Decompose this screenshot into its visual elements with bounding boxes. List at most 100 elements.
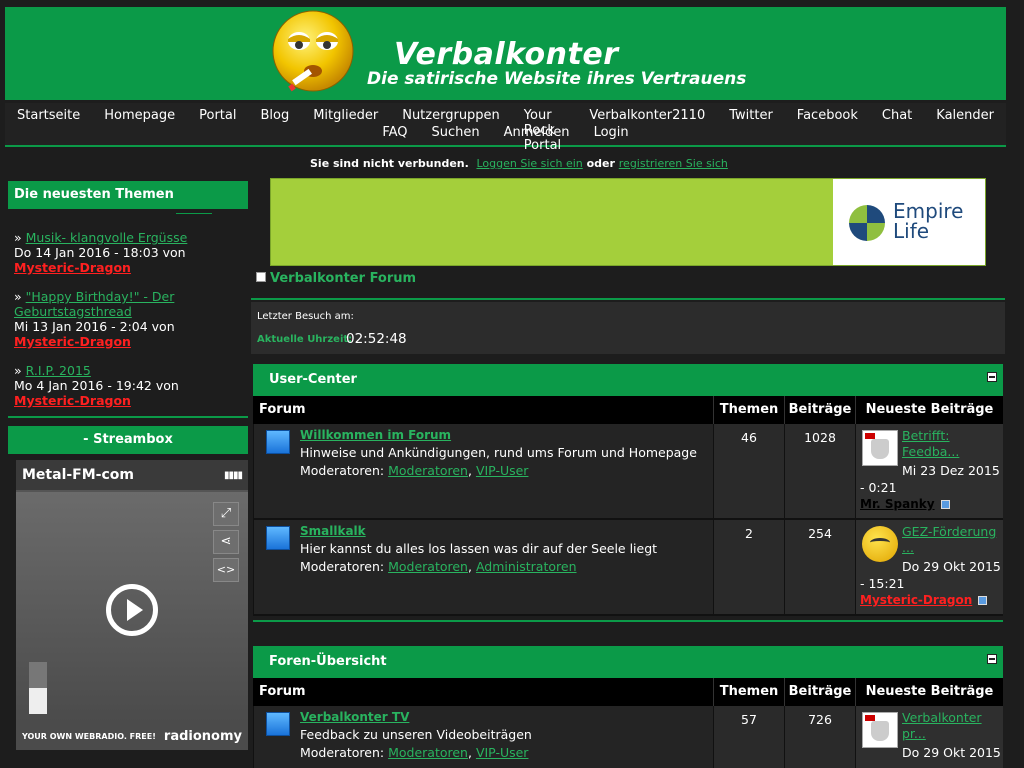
col-themen: Themen: [713, 396, 784, 424]
collapse-icon[interactable]: [987, 654, 997, 664]
topic-link[interactable]: "Happy Birthday!" - Der Geburtstagsthrea…: [14, 289, 174, 319]
forum-moderators: Moderatoren: Moderatoren, VIP-User: [300, 745, 529, 760]
forum-status-icon: [266, 712, 290, 736]
nav-login[interactable]: Login: [594, 125, 629, 140]
go-to-post-icon[interactable]: [940, 500, 950, 509]
ad-logo[interactable]: Empire Life: [833, 179, 985, 265]
category-user-center: User-Center Forum Themen Beiträge Neuest…: [253, 364, 1003, 616]
latest-post-link[interactable]: GEZ-Förderung ...: [902, 524, 998, 556]
play-button-icon[interactable]: [106, 584, 158, 636]
expand-icon[interactable]: ⤢: [213, 502, 239, 526]
empire-life-logo-icon: [849, 205, 885, 241]
topic-link[interactable]: R.I.P. 2015: [26, 363, 91, 378]
player-slogan: YOUR OWN WEBRADIO. FREE!: [22, 731, 156, 741]
latest-post-user[interactable]: Mysteric-Dragon: [860, 593, 972, 607]
column-headers: Forum Themen Beiträge Neueste Beiträge: [253, 678, 1003, 706]
forum-moderators: Moderatoren: Moderatoren, Administratore…: [300, 559, 577, 574]
column-headers: Forum Themen Beiträge Neueste Beiträge: [253, 396, 1003, 424]
go-to-post-icon[interactable]: [978, 596, 988, 605]
forum-latest-post: Verbalkonter pr... Do 29 Okt 2015: [855, 706, 1003, 768]
col-forum: Forum: [259, 402, 306, 417]
topic-user-link[interactable]: Mysteric-Dragon: [14, 334, 131, 349]
nav-suchen[interactable]: Suchen: [432, 125, 480, 140]
moderator-link[interactable]: Administratoren: [476, 559, 577, 574]
topic-user-link[interactable]: Mysteric-Dragon: [14, 260, 131, 275]
collapse-icon[interactable]: [987, 372, 997, 382]
col-themen: Themen: [713, 678, 784, 706]
col-beitraege: Beiträge: [784, 396, 855, 424]
forum-description: Hier kannst du alles los lassen was dir …: [300, 541, 658, 556]
volume-level: [29, 688, 47, 714]
latest-post-user-row: Mr. Spanky: [860, 497, 950, 511]
left-sidebar: Die neuesten Themen » Musik- klangvolle …: [8, 181, 248, 750]
volume-slider[interactable]: [29, 662, 47, 714]
user-avatar[interactable]: [862, 712, 898, 748]
col-newest: Neueste Beiträge: [855, 396, 1003, 424]
forum-themen-count: 46: [713, 424, 784, 518]
player-footer: YOUR OWN WEBRADIO. FREE! radionomy: [16, 722, 248, 750]
nav-faq[interactable]: FAQ: [382, 125, 407, 140]
register-link[interactable]: registrieren Sie sich: [619, 157, 728, 170]
col-newest: Neueste Beiträge: [855, 678, 1003, 706]
forum-info: Smallkalk Hier kannst du alles los lasse…: [253, 520, 713, 614]
heading-underline: [176, 213, 212, 214]
latest-post-link[interactable]: Verbalkonter pr...: [902, 710, 998, 742]
breadcrumb: Verbalkonter Forum: [256, 271, 416, 286]
category-title: Foren-Übersicht: [269, 654, 387, 669]
topic-date: Do 14 Jan 2016 - 18:03 von: [14, 245, 186, 260]
latest-post-date: Mi 23 Dez 2015: [902, 463, 1000, 478]
share-icon[interactable]: ⋖: [213, 530, 239, 554]
visit-info: Letzter Besuch am: Aktuelle Uhrzeit: 02:…: [251, 302, 1005, 354]
moderator-link[interactable]: Moderatoren: [388, 463, 468, 478]
forum-title-link[interactable]: Verbalkonter TV: [300, 710, 409, 724]
radio-player[interactable]: Metal-FM-com ▮▮▮▮ ⤢ ⋖ <> YOUR OWN WEBRAD…: [16, 460, 248, 750]
main-nav: Startseite Homepage Portal Blog Mitglied…: [5, 103, 1006, 153]
user-avatar[interactable]: [862, 526, 898, 562]
forum-title-link[interactable]: Willkommen im Forum: [300, 428, 451, 442]
signal-bars-icon: ▮▮▮▮: [223, 469, 243, 481]
latest-topics-heading: Die neuesten Themen: [8, 181, 248, 209]
site-title: Verbalkonter: [394, 37, 619, 72]
forum-beitraege-count: 1028: [784, 424, 855, 518]
player-body: ⤢ ⋖ <>: [16, 492, 248, 722]
latest-post-link[interactable]: Betrifft: Feedba...: [902, 428, 998, 460]
forum-latest-post: GEZ-Förderung ... Do 29 Okt 2015 - 15:21…: [855, 520, 1003, 614]
forum-home-icon: [256, 272, 266, 282]
login-link[interactable]: Loggen Sie sich ein: [476, 157, 582, 170]
user-avatar[interactable]: [862, 430, 898, 466]
forum-info: Willkommen im Forum Hinweise und Ankündi…: [253, 424, 713, 518]
site-banner[interactable]: Verbalkonter Die satirische Website ihre…: [5, 7, 1006, 100]
site-subtitle: Die satirische Website ihres Vertrauens: [367, 69, 747, 89]
moderator-link[interactable]: VIP-User: [476, 745, 529, 760]
nav-row-2: FAQ Suchen Anmelden Login: [5, 125, 1006, 140]
moderator-link[interactable]: Moderatoren: [388, 745, 468, 760]
forum-info: Verbalkonter TV Feedback zu unseren Vide…: [253, 706, 713, 768]
moderator-link[interactable]: VIP-User: [476, 463, 529, 478]
category-foren-uebersicht: Foren-Übersicht Forum Themen Beiträge Ne…: [253, 646, 1003, 768]
topic-link[interactable]: Musik- klangvolle Ergüsse: [26, 230, 188, 245]
forum-description: Feedback zu unseren Videobeiträgen: [300, 727, 532, 742]
forum-beitraege-count: 726: [784, 706, 855, 768]
topic-date: Mo 4 Jan 2016 - 19:42 von: [14, 378, 179, 393]
forum-title-link[interactable]: Smallkalk: [300, 524, 366, 538]
latest-post-time: - 15:21: [860, 576, 905, 591]
forum-beitraege-count: 254: [784, 520, 855, 614]
status-or: oder: [586, 157, 615, 170]
latest-post-time: - 0:21: [860, 480, 897, 495]
latest-topic-item: » R.I.P. 2015 Mo 4 Jan 2016 - 19:42 von …: [14, 363, 179, 408]
moderator-link[interactable]: Moderatoren: [388, 559, 468, 574]
smoking-smiley-logo-icon: [272, 10, 354, 92]
category-header: Foren-Übersicht: [253, 646, 1003, 678]
current-time-label: Aktuelle Uhrzeit:: [257, 334, 353, 345]
forum-row: Willkommen im Forum Hinweise und Ankündi…: [253, 424, 1003, 520]
breadcrumb-forum-link[interactable]: Verbalkonter Forum: [270, 271, 416, 286]
player-header: Metal-FM-com ▮▮▮▮: [16, 460, 248, 490]
radionomy-logo[interactable]: radionomy: [164, 729, 242, 744]
embed-code-icon[interactable]: <>: [213, 558, 239, 582]
latest-topic-item: » "Happy Birthday!" - Der Geburtstagsthr…: [14, 289, 175, 349]
forum-latest-post: Betrifft: Feedba... Mi 23 Dez 2015 - 0:2…: [855, 424, 1003, 518]
topic-user-link[interactable]: Mysteric-Dragon: [14, 393, 131, 408]
nav-anmelden[interactable]: Anmelden: [504, 125, 570, 140]
ad-banner[interactable]: Empire Life: [270, 178, 986, 266]
latest-post-user[interactable]: Mr. Spanky: [860, 497, 935, 511]
